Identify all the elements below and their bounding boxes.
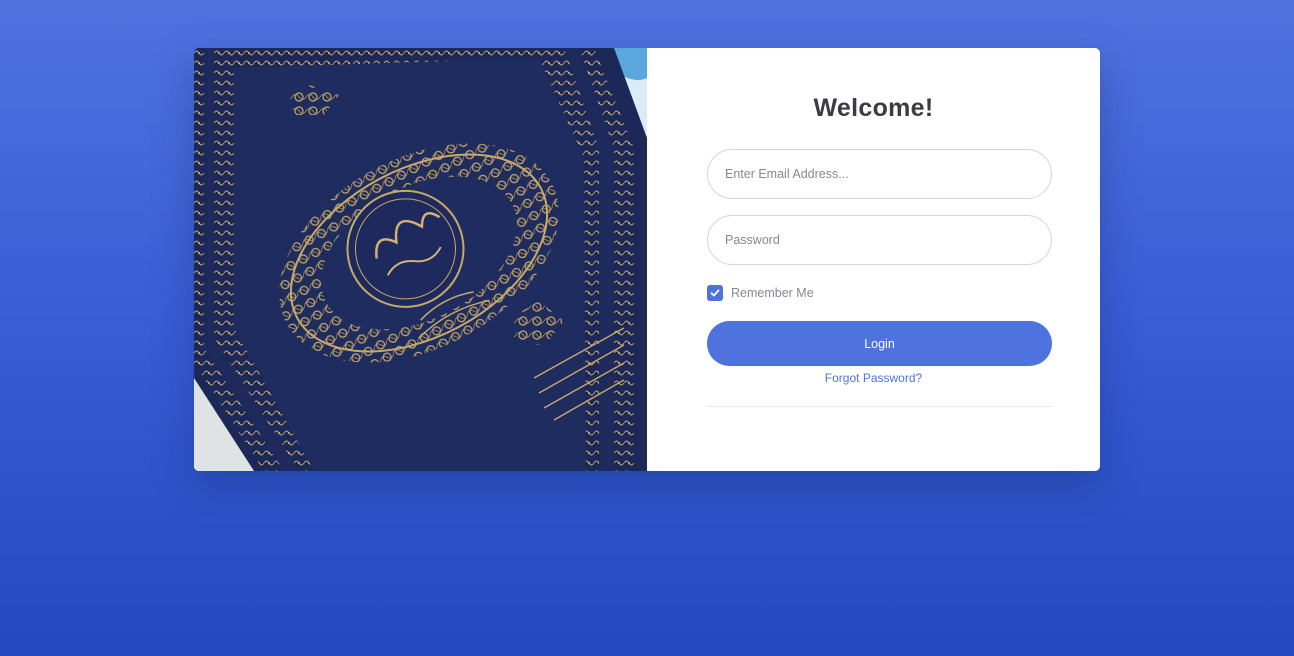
remember-me-checkbox[interactable] xyxy=(707,285,723,301)
remember-me-label: Remember Me xyxy=(731,286,814,300)
email-field[interactable] xyxy=(707,149,1052,199)
remember-me-row[interactable]: Remember Me xyxy=(707,285,814,301)
hero-image xyxy=(194,48,647,471)
login-button[interactable]: Login xyxy=(707,321,1052,366)
login-card: Welcome! Remember Me Login Forgot Passwo… xyxy=(194,48,1100,471)
password-field[interactable] xyxy=(707,215,1052,265)
page-title: Welcome! xyxy=(813,94,934,122)
check-icon xyxy=(710,289,720,297)
login-form: Welcome! Remember Me Login Forgot Passwo… xyxy=(647,48,1100,471)
book-illustration xyxy=(194,48,647,471)
forgot-password-link[interactable]: Forgot Password? xyxy=(647,371,1100,385)
divider xyxy=(707,406,1052,407)
